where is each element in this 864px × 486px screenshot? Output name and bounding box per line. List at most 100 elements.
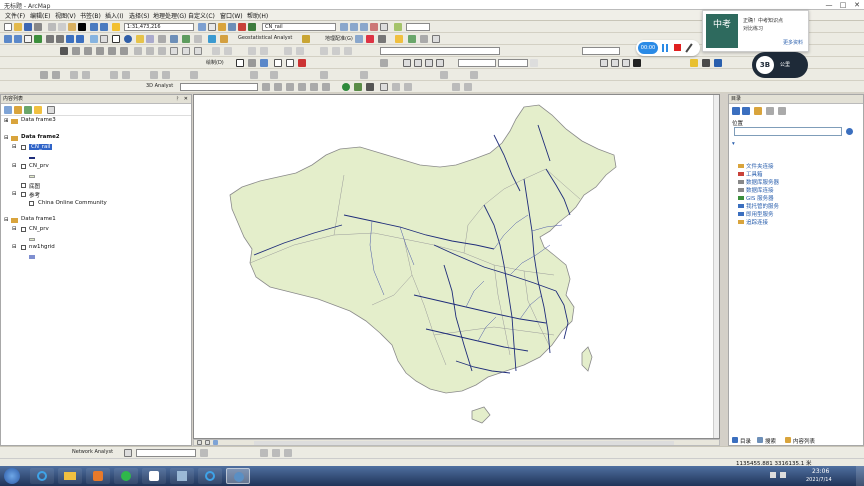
list-by-drawing-order-icon[interactable] xyxy=(4,106,12,114)
editor-sketch-icon[interactable] xyxy=(408,35,416,43)
layer-visibility-checkbox[interactable] xyxy=(21,227,26,232)
generalize-icon[interactable] xyxy=(296,47,304,55)
create-features-icon[interactable] xyxy=(194,47,202,55)
tab-search-icon[interactable] xyxy=(757,437,763,443)
3d-analyst-label[interactable]: 3D Analyst xyxy=(146,83,173,89)
delete-icon[interactable] xyxy=(78,23,86,31)
toc-layer-df1-prv[interactable]: CN_prv xyxy=(29,226,49,232)
fill-color-icon[interactable] xyxy=(690,59,698,67)
show-desktop-button[interactable] xyxy=(856,466,864,486)
cogo-icon[interactable] xyxy=(332,47,340,55)
network-options-icon[interactable] xyxy=(284,449,292,457)
pen-icon[interactable] xyxy=(685,43,693,53)
maplex-icon[interactable] xyxy=(150,71,158,79)
catalog-icon[interactable] xyxy=(218,23,226,31)
spatial-analyst-icon[interactable] xyxy=(220,35,228,43)
toc-dataframe-3[interactable]: Data frame3 xyxy=(21,117,56,123)
arctoolbox-icon[interactable] xyxy=(238,23,246,31)
map-scrollbar-vertical[interactable] xyxy=(713,95,719,438)
labeling-icon[interactable] xyxy=(162,71,170,79)
3d-extra-3-icon[interactable] xyxy=(452,83,460,91)
geostat-icon[interactable] xyxy=(302,35,310,43)
toc-options-icon[interactable] xyxy=(47,106,55,114)
toc-expander-df3[interactable]: ⊞ xyxy=(4,118,9,124)
symbology-combo[interactable] xyxy=(582,47,620,55)
straight-segment-icon[interactable] xyxy=(84,47,92,55)
back-extent-icon[interactable] xyxy=(66,35,74,43)
new-icon[interactable] xyxy=(4,23,12,31)
parcel-icon[interactable] xyxy=(344,47,352,55)
arcscene-icon[interactable] xyxy=(354,83,362,91)
3d-interpolate-icon[interactable] xyxy=(262,83,270,91)
notification-link[interactable]: 更多资料 xyxy=(783,39,803,46)
catalog-view-icon[interactable] xyxy=(778,107,786,115)
table-icon[interactable] xyxy=(208,23,216,31)
menu-customize[interactable]: 自定义(C) xyxy=(188,11,215,20)
catalog-go-icon[interactable] xyxy=(846,128,853,135)
layer-visibility-checkbox[interactable] xyxy=(21,164,26,169)
toc-pin-icon[interactable]: ᚹ xyxy=(176,95,179,104)
3d-los-icon[interactable] xyxy=(322,83,330,91)
3d-line-icon[interactable] xyxy=(274,83,282,91)
animation-icon[interactable] xyxy=(110,71,118,79)
advanced-edit-icon[interactable] xyxy=(284,47,292,55)
explorer-taskbar-icon[interactable] xyxy=(58,468,82,484)
topology-icon[interactable] xyxy=(212,47,220,55)
data-driven-icon[interactable] xyxy=(260,47,268,55)
effects-icon[interactable] xyxy=(394,23,402,31)
menu-edit[interactable]: 编辑(E) xyxy=(30,11,50,20)
minimize-button[interactable]: — xyxy=(822,0,836,10)
align-left-icon[interactable] xyxy=(403,59,411,67)
font-combo[interactable] xyxy=(458,59,496,67)
catalog-item-folder-connections[interactable]: 文件夹连接 xyxy=(746,162,774,170)
marker-color-icon[interactable] xyxy=(714,59,722,67)
catalog-location-input[interactable] xyxy=(734,127,842,136)
utility-icon[interactable] xyxy=(122,71,130,79)
catalog-item-hosted-services[interactable]: 我托管的服务 xyxy=(746,202,779,210)
tab-catalog[interactable]: 目录 xyxy=(740,437,751,445)
toc-dataframe-1[interactable]: Data frame1 xyxy=(21,216,56,222)
html-popup-icon[interactable] xyxy=(146,35,154,43)
bold-icon[interactable] xyxy=(600,59,608,67)
menu-insert[interactable]: 插入(I) xyxy=(105,11,123,20)
3d-contour-icon[interactable] xyxy=(298,83,306,91)
toc-layer-hillshade[interactable]: nw1hgrid xyxy=(29,244,55,250)
undo-icon[interactable] xyxy=(90,23,98,31)
notification-card[interactable]: 中考 正确！中考知识点 对比练习 更多资料 xyxy=(702,10,809,52)
edit-annotation-icon[interactable] xyxy=(72,47,80,55)
catalog-item-database-connections[interactable]: 数据库连接 xyxy=(746,186,774,194)
app-taskbar-icon[interactable] xyxy=(142,468,166,484)
italic-icon[interactable] xyxy=(611,59,619,67)
full-extent-icon[interactable] xyxy=(34,35,42,43)
feature-construct-icon[interactable] xyxy=(270,71,278,79)
menu-bookmarks[interactable]: 书签(B) xyxy=(80,11,101,20)
tab-toc[interactable]: 内容列表 xyxy=(793,437,815,445)
layer-visibility-checkbox[interactable] xyxy=(29,201,34,206)
layer-combo[interactable]: CN_rail xyxy=(262,23,336,31)
toc-expander-df1[interactable]: ⊟ xyxy=(4,217,9,223)
tab-catalog-icon[interactable] xyxy=(732,437,738,443)
layout-icon[interactable] xyxy=(248,47,256,55)
control-point-icon[interactable] xyxy=(366,35,374,43)
ie2-taskbar-icon[interactable] xyxy=(198,468,222,484)
schematic-icon[interactable] xyxy=(70,71,78,79)
zoom-out-icon[interactable] xyxy=(14,35,22,43)
text-color-icon[interactable] xyxy=(633,59,641,67)
open-icon[interactable] xyxy=(14,23,22,31)
catalog-home-icon[interactable] xyxy=(754,107,762,115)
font-size-combo[interactable] xyxy=(498,59,528,67)
media-taskbar-icon[interactable] xyxy=(86,468,110,484)
copy-icon[interactable] xyxy=(58,23,66,31)
maximize-button[interactable]: □ xyxy=(836,0,850,10)
toc-layer-cn-prv[interactable]: CN_prv xyxy=(29,163,49,169)
3d-steepest-icon[interactable] xyxy=(310,83,318,91)
georef-table-icon[interactable] xyxy=(380,23,388,31)
attributes-icon[interactable] xyxy=(170,47,178,55)
route-editing-icon[interactable] xyxy=(320,71,328,79)
snapping-icon[interactable] xyxy=(320,47,328,55)
network-layer-combo[interactable] xyxy=(136,449,196,457)
tracking-icon[interactable] xyxy=(82,71,90,79)
font-color-icon[interactable] xyxy=(298,59,306,67)
end-point-arc-icon[interactable] xyxy=(96,47,104,55)
split-icon[interactable] xyxy=(146,47,154,55)
